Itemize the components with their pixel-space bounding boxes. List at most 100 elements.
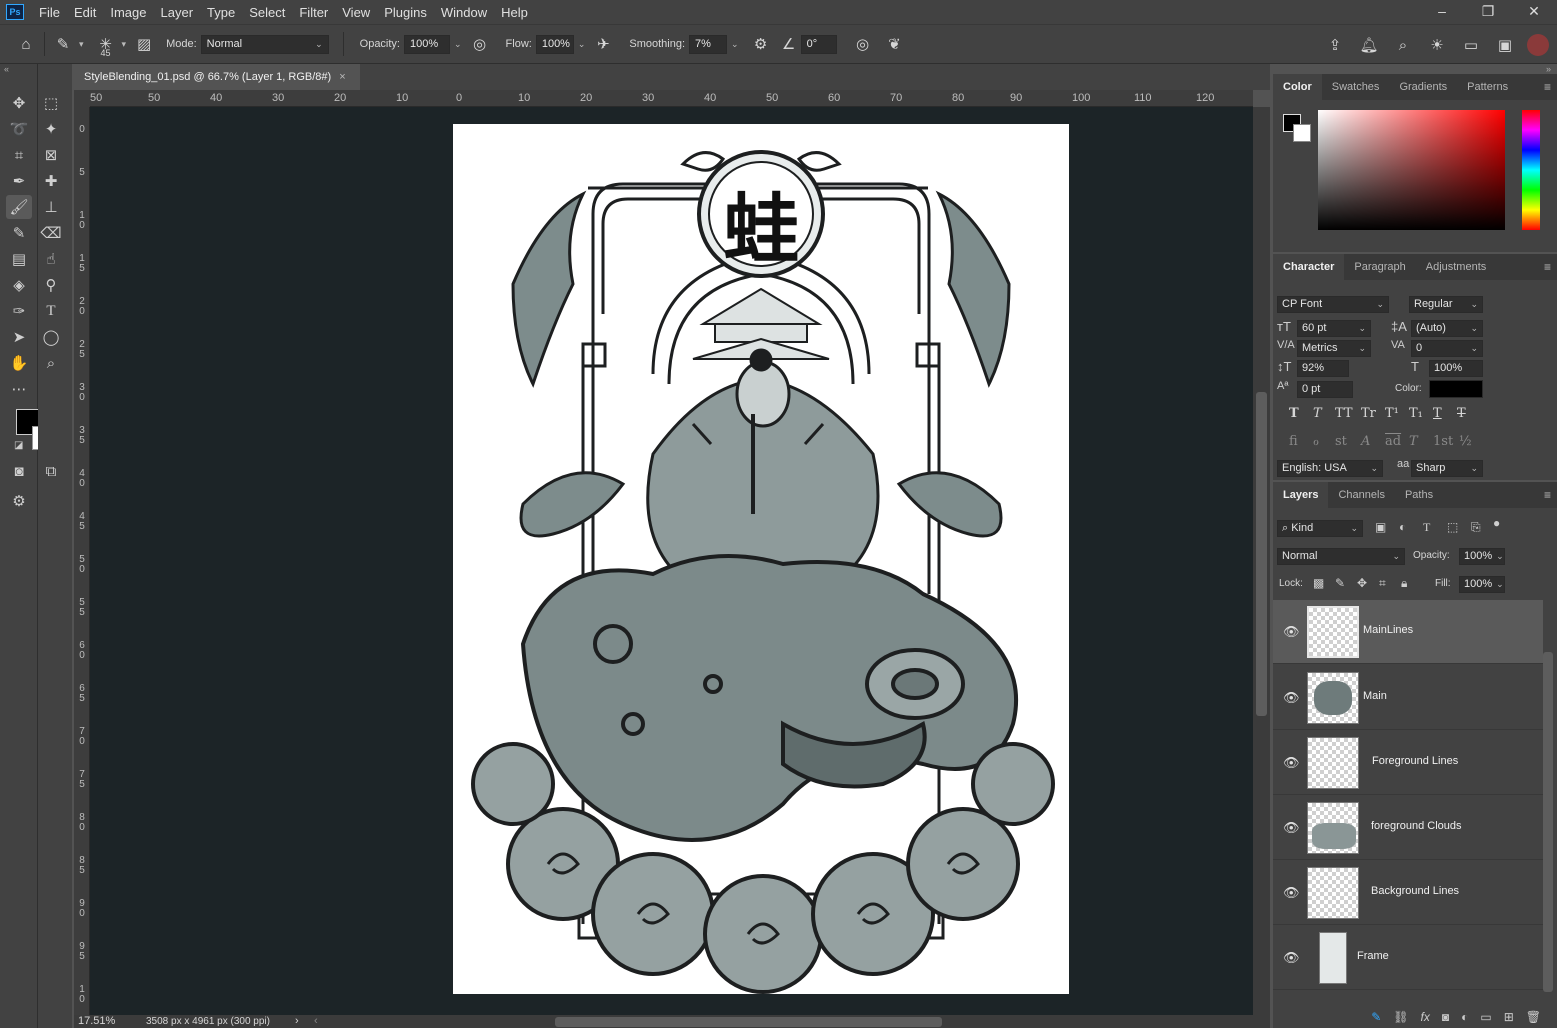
smoothing-field[interactable]: 7% — [689, 34, 728, 54]
frame-tool-icon[interactable]: ⊠ — [38, 143, 64, 167]
change-screen-mode-icon[interactable]: ⧉ — [38, 459, 64, 483]
folder-icon[interactable]: ▭ — [1480, 1010, 1491, 1024]
move-tool-icon[interactable]: ✥ — [6, 91, 32, 115]
panel-menu-icon[interactable]: ≡ — [1544, 488, 1551, 502]
superscript-button[interactable]: T¹ — [1385, 406, 1399, 421]
paint-bucket-tool-icon[interactable]: ◈ — [6, 273, 32, 297]
faux-bold-button[interactable]: T — [1289, 406, 1299, 421]
angle-field[interactable]: 0° — [800, 34, 837, 54]
vertical-ruler[interactable]: 0 5 1 0 1 5 2 0 2 5 3 0 3 5 4 0 4 5 5 0 5 5 6 0 6 5 7 … — [74, 107, 90, 1015]
close-icon[interactable]: ✕ — [1511, 0, 1557, 24]
opacity-field[interactable]: 100% — [404, 34, 450, 54]
tab-patterns[interactable]: Patterns — [1457, 74, 1518, 100]
avatar[interactable] — [1527, 34, 1549, 56]
brush-size-picker[interactable]: ✳ 45 — [94, 32, 118, 58]
visibility-eye-icon[interactable]: 👁︎ — [1283, 950, 1300, 966]
chevron-down-icon[interactable]: ▾ — [79, 39, 84, 50]
panel-menu-icon[interactable]: ≡ — [1544, 260, 1551, 274]
horizontal-ruler[interactable]: 50 50 40 30 20 10 0 10 20 30 40 50 60 70 80 90 100 110 120 — [90, 90, 1253, 107]
search-icon[interactable]: ⌕ — [1391, 33, 1415, 57]
home-icon[interactable]: ⌂ — [14, 32, 38, 56]
layer-name[interactable]: MainLines — [1363, 624, 1413, 636]
font-family-select[interactable]: CP Font ⌄ — [1277, 296, 1389, 313]
menu-filter[interactable]: Filter — [292, 5, 335, 20]
baseline-shift-field[interactable]: 0 pt — [1297, 381, 1353, 398]
marquee-tool-icon[interactable]: ⬚ — [38, 91, 64, 115]
artboard[interactable]: 蛙 — [453, 124, 1069, 994]
small-caps-button[interactable]: Tr — [1361, 406, 1376, 421]
layer-opacity-field[interactable]: 100% ⌄ — [1459, 548, 1505, 565]
lock-transparency-icon[interactable]: ▩ — [1313, 576, 1324, 590]
layer-filter-select[interactable]: ⌕ Kind ⌄ — [1277, 520, 1363, 537]
filter-pixel-icon[interactable]: ▣ — [1375, 520, 1386, 534]
layer-row-foreground-lines[interactable]: 👁︎ Foreground Lines — [1273, 731, 1543, 795]
layer-row-main[interactable]: 👁︎ Main — [1273, 666, 1543, 730]
screen-mode-icon[interactable]: ⚙ — [6, 489, 32, 513]
filter-type-icon[interactable]: T — [1423, 520, 1430, 535]
tab-gradients[interactable]: Gradients — [1389, 74, 1457, 100]
vertical-scrollbar-thumb[interactable] — [1256, 392, 1267, 716]
visibility-eye-icon[interactable]: 👁︎ — [1283, 690, 1300, 706]
magic-wand-tool-icon[interactable]: ✦ — [38, 117, 64, 141]
panel-menu-icon[interactable]: ≡ — [1544, 80, 1551, 94]
visibility-eye-icon[interactable]: 👁︎ — [1283, 755, 1300, 771]
brush-tool-icon[interactable]: 🖌︎ — [6, 195, 32, 219]
ligatures-button[interactable]: fi — [1289, 434, 1298, 449]
visibility-eye-icon[interactable]: 👁︎ — [1283, 820, 1300, 836]
lock-artboard-icon[interactable]: ⌗ — [1379, 576, 1386, 591]
crop-tool-icon[interactable]: ⌗ — [6, 143, 32, 167]
tab-swatches[interactable]: Swatches — [1322, 74, 1390, 100]
document-info[interactable]: 3508 px x 4961 px (300 ppi) — [146, 1016, 270, 1027]
share-icon[interactable]: ⇪ — [1323, 33, 1347, 57]
blend-mode-select[interactable]: Normal ⌄ — [1277, 548, 1405, 565]
dodge-tool-icon[interactable]: ⚲ — [38, 273, 64, 297]
scroll-left-icon[interactable]: ‹ — [314, 1015, 318, 1027]
discover-icon[interactable]: ☀ — [1425, 33, 1449, 57]
swash-button[interactable]: A — [1361, 434, 1370, 449]
history-brush-tool-icon[interactable]: ✎ — [6, 221, 32, 245]
layer-row-background-lines[interactable]: 👁︎ Background Lines — [1273, 861, 1543, 925]
cloud-docs-icon[interactable]: ▣ — [1493, 33, 1517, 57]
pressure-size-icon[interactable]: ◎ — [851, 32, 875, 56]
old-style-button[interactable]: ℴ — [1313, 434, 1319, 449]
new-layer-icon[interactable]: ⊞ — [1504, 1010, 1514, 1024]
tab-paragraph[interactable]: Paragraph — [1344, 254, 1415, 280]
eyedropper-tool-icon[interactable]: ✒ — [6, 169, 32, 193]
horizontal-scale-field[interactable]: 100% — [1429, 360, 1483, 377]
symmetry-icon[interactable]: ❦ — [883, 32, 907, 56]
gear-icon[interactable]: ⚙ — [749, 32, 773, 56]
menu-window[interactable]: Window — [434, 5, 494, 20]
tracking-field[interactable]: 0 ⌄ — [1411, 340, 1483, 357]
titling-alternates-button[interactable]: T — [1409, 434, 1418, 449]
faux-italic-button[interactable]: T — [1313, 406, 1322, 421]
filter-smart-object-icon[interactable]: ⎘ — [1471, 520, 1481, 535]
hue-slider[interactable] — [1522, 110, 1540, 230]
ellipse-tool-icon[interactable]: ◯ — [38, 325, 64, 349]
expand-icon[interactable]: » — [1546, 64, 1551, 74]
language-select[interactable]: English: USA ⌄ — [1277, 460, 1383, 477]
notifications-icon[interactable]: 🔔︎ — [1357, 33, 1381, 57]
lasso-tool-icon[interactable]: ➰ — [6, 117, 32, 141]
type-tool-icon[interactable]: T — [38, 299, 64, 323]
mask-icon[interactable]: ◙ — [1442, 1010, 1449, 1024]
color-panel-background-swatch[interactable] — [1293, 124, 1311, 142]
tab-layers[interactable]: Layers — [1273, 482, 1329, 508]
layer-name[interactable]: Background Lines — [1371, 885, 1459, 897]
lock-all-icon[interactable]: 🔒︎ — [1401, 576, 1407, 591]
underline-button[interactable]: T — [1433, 406, 1442, 421]
visibility-eye-icon[interactable]: 👁︎ — [1283, 885, 1300, 901]
layer-name[interactable]: foreground Clouds — [1371, 820, 1462, 832]
antialias-select[interactable]: Sharp ⌄ — [1411, 460, 1483, 477]
path-selection-tool-icon[interactable]: ➤ — [6, 325, 32, 349]
menu-file[interactable]: File — [32, 5, 67, 20]
color-saturation-field[interactable] — [1318, 110, 1505, 230]
mode-select[interactable]: Normal ⌄ — [200, 34, 329, 54]
smudge-tool-icon[interactable]: ☝ — [38, 247, 64, 271]
menu-help[interactable]: Help — [494, 5, 535, 20]
lock-position-icon[interactable]: ✥ — [1357, 576, 1367, 590]
fill-field[interactable]: 100% ⌄ — [1459, 576, 1505, 593]
layer-row-mainlines[interactable]: 👁︎ MainLines — [1273, 600, 1543, 664]
layer-row-frame[interactable]: 👁︎ Frame — [1273, 926, 1543, 990]
font-size-field[interactable]: 60 pt ⌄ — [1297, 320, 1371, 337]
tab-channels[interactable]: Channels — [1328, 482, 1394, 508]
